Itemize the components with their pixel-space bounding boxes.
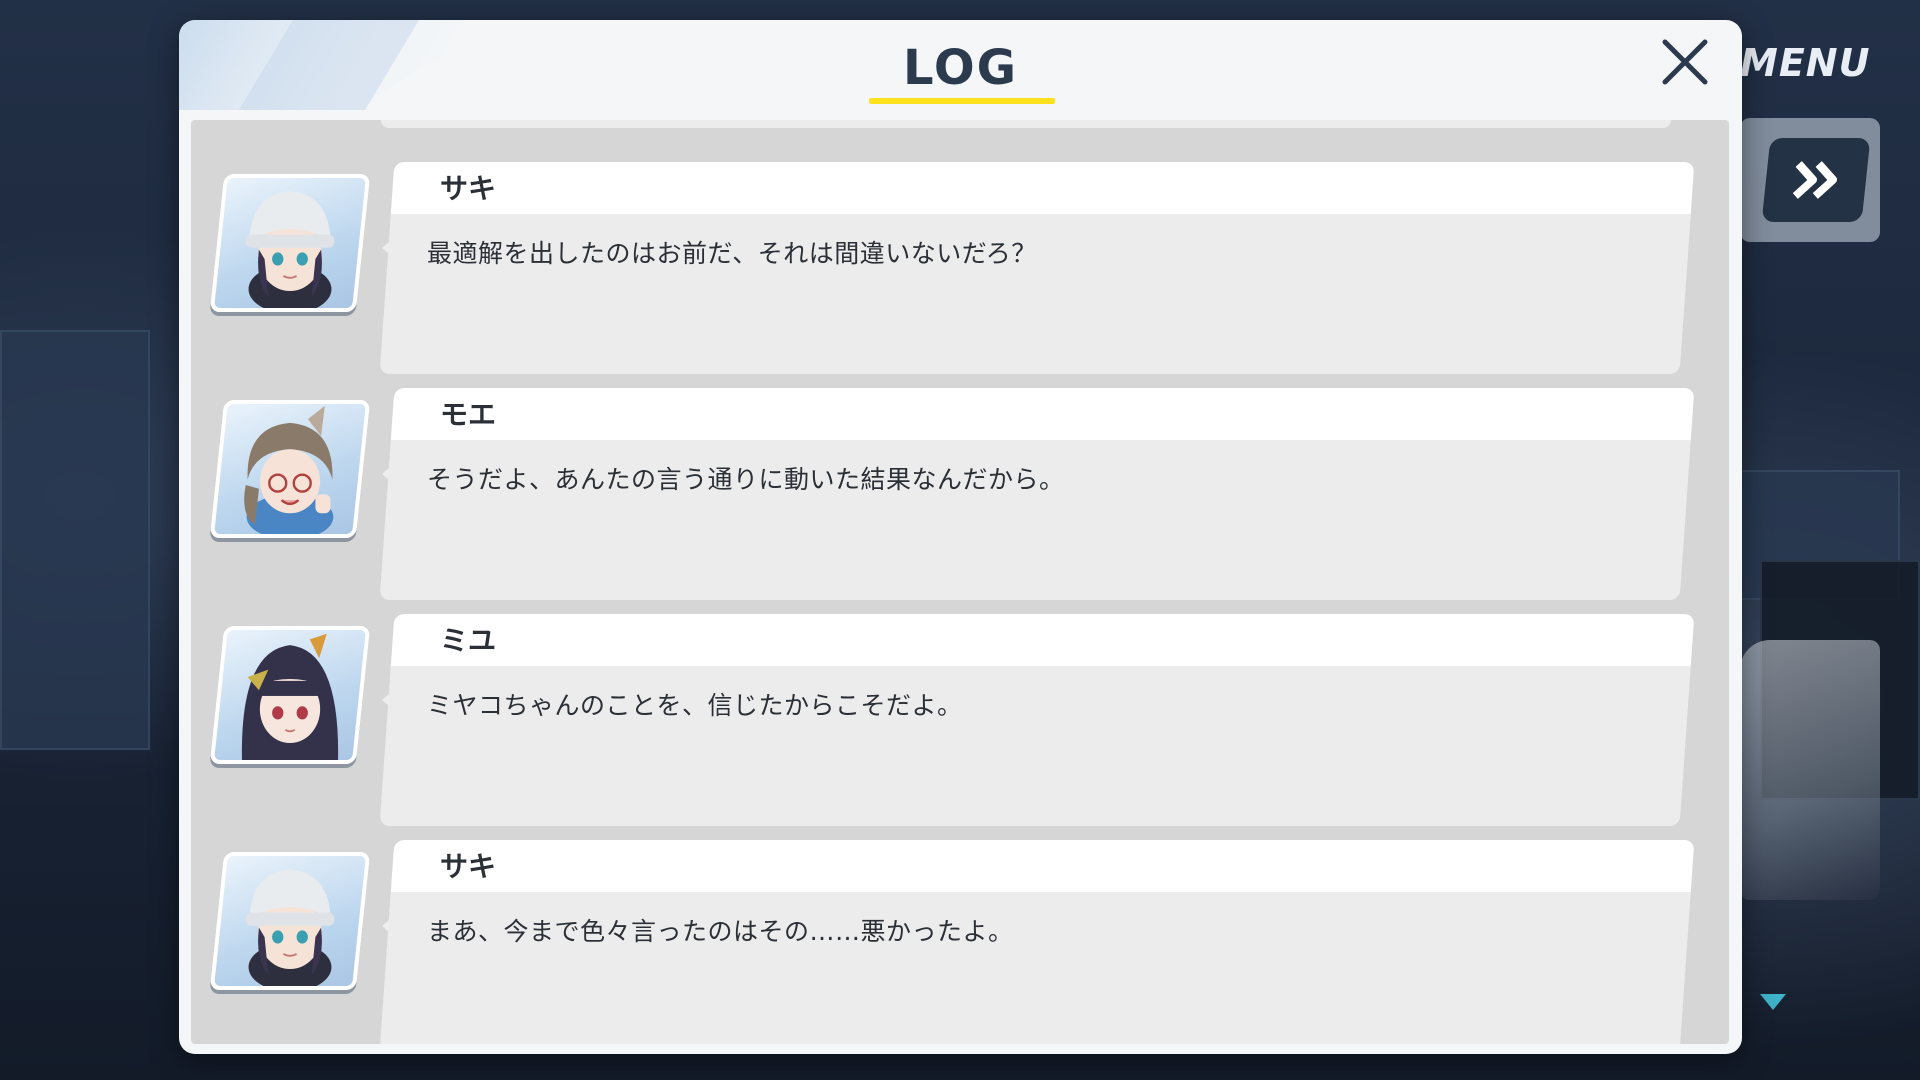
skip-button[interactable] [1761,138,1871,222]
speaker-name: サキ [440,172,497,205]
log-window: LOG サキ 最適解を出したのはお前だ、それは間違いないだろ？ モエ そうだよ、… [179,20,1742,1054]
name-strip [390,840,1695,892]
log-entry: サキ まあ、今まで色々言ったのはその……悪かったよ。 [191,840,1729,1044]
name-strip [390,614,1695,666]
character-portrait [244,405,334,538]
avatar-saki [209,852,371,990]
menu-button[interactable]: MENU [1740,38,1890,88]
character-portrait [245,869,335,990]
close-button[interactable] [1657,34,1713,90]
speaker-name: サキ [440,850,497,883]
name-strip [390,388,1695,440]
log-entry: サキ 最適解を出したのはお前だ、それは間違いないだろ？ [191,162,1729,374]
triangle-down-icon[interactable] [1758,992,1788,1012]
title-underline [869,98,1055,104]
speaker-name: ミユ [440,624,497,657]
log-entry: モエ そうだよ、あんたの言う通りに動いた結果なんだから。 [191,388,1729,600]
message-text: ミヤコちゃんのことを、信じたからこそだよ。 [427,691,963,720]
message-text: 最適解を出したのはお前だ、それは間違いないだろ？ [427,239,1037,268]
message-text: まあ、今まで色々言ったのはその……悪かったよ。 [427,917,1014,946]
log-list[interactable]: サキ 最適解を出したのはお前だ、それは間違いないだろ？ モエ そうだよ、あんたの… [191,120,1729,1044]
log-title: LOG [902,40,1019,96]
background-shelf [0,330,150,750]
close-icon [1662,39,1708,85]
log-header: LOG [179,20,1742,122]
log-entry: ミユ ミヤコちゃんのことを、信じたからこそだよ。 [191,614,1729,826]
previous-entry-edge [381,120,1671,128]
avatar-miyu [209,626,371,764]
speaker-name: モエ [440,398,497,431]
character-portrait [245,191,335,312]
name-strip [390,162,1695,214]
avatar-moe [209,400,371,538]
avatar-saki [209,174,371,312]
background-chair [1740,640,1880,900]
character-portrait [241,633,339,760]
message-text: そうだよ、あんたの言う通りに動いた結果なんだから。 [427,465,1065,494]
fast-forward-icon [1792,161,1838,199]
